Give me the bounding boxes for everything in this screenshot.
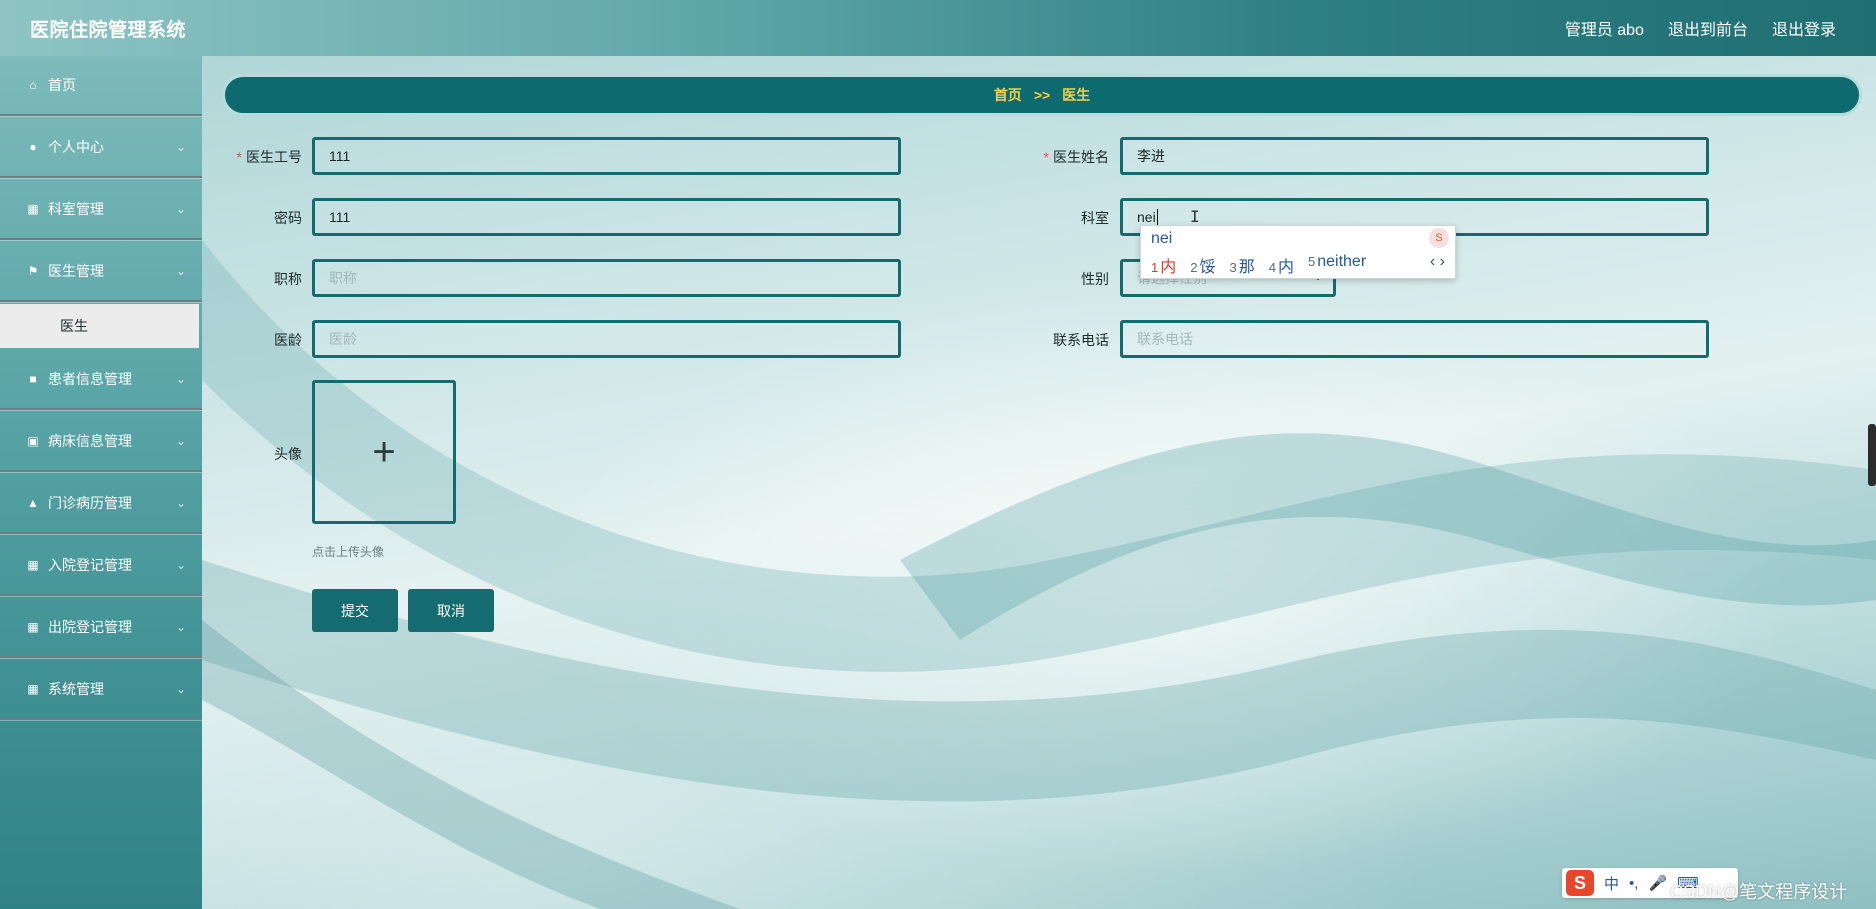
sidebar-item-label: 医生管理 — [48, 263, 104, 279]
ime-candidates: 1内 2馁 3那 4内 5 neither — [1151, 253, 1366, 277]
sogou-logo-icon[interactable]: S — [1566, 870, 1594, 896]
text-caret — [1156, 209, 1158, 225]
breadcrumb-current: 医生 — [1062, 87, 1091, 103]
sidebar-item-beds[interactable]: ▣ 病床信息管理 ⌄ — [0, 412, 202, 472]
grid-icon: ▦ — [27, 682, 39, 696]
ime-page-nav[interactable]: ‹ › — [1430, 253, 1445, 271]
briefcase-icon: ▣ — [27, 434, 39, 448]
plus-icon: + — [372, 430, 396, 474]
sidebar-subitem-doctor[interactable]: 医生 — [0, 304, 199, 348]
chevron-down-icon: ⌄ — [175, 496, 186, 510]
sidebar-item-admission[interactable]: ▦ 入院登记管理 ⌄ — [0, 536, 202, 596]
sidebar: ⌂ 首页 ● 个人中心 ⌄ ▦ 科室管理 ⌄ ⚑ 医生管理 ⌄ 医生 ■ 患者信… — [0, 56, 202, 909]
avatar-upload[interactable]: + — [312, 380, 456, 524]
ime-punct-toggle[interactable]: •, — [1629, 875, 1638, 892]
sidebar-item-profile[interactable]: ● 个人中心 ⌄ — [0, 118, 202, 178]
doctor-id-label: * 医生工号 — [236, 149, 302, 165]
sidebar-item-label: 个人中心 — [48, 139, 104, 155]
title-input[interactable]: 职称 — [312, 259, 901, 297]
ime-mode-toggle[interactable]: 中 — [1604, 873, 1619, 894]
logout-link[interactable]: 退出登录 — [1772, 16, 1836, 40]
department-label: 科室 — [1081, 210, 1109, 226]
chevron-down-icon: ⌄ — [175, 372, 186, 386]
ime-candidate[interactable]: 5 neither — [1308, 253, 1366, 277]
chevron-down-icon: ⌄ — [175, 202, 186, 216]
breadcrumb-home[interactable]: 首页 — [994, 85, 1022, 105]
ime-candidate[interactable]: 4内 — [1269, 253, 1294, 277]
sidebar-item-departments[interactable]: ▦ 科室管理 ⌄ — [0, 180, 202, 240]
ime-composition: nei — [1151, 230, 1173, 247]
ime-candidate-popup: nei S 1内 2馁 3那 4内 5 neither ‹ › — [1140, 225, 1456, 279]
sidebar-item-label: 科室管理 — [48, 201, 104, 217]
sidebar-item-patients[interactable]: ■ 患者信息管理 ⌄ — [0, 350, 202, 410]
thumb-icon: ▲ — [27, 496, 39, 510]
sidebar-item-system[interactable]: ▦ 系统管理 ⌄ — [0, 660, 202, 720]
sidebar-item-label: 病床信息管理 — [48, 433, 132, 449]
ime-candidate[interactable]: 2馁 — [1190, 253, 1215, 277]
grid-icon: ▦ — [27, 620, 39, 634]
ibeam-cursor-icon: I — [1190, 207, 1200, 226]
sidebar-item-label: 首页 — [48, 77, 76, 93]
years-label: 医龄 — [274, 332, 302, 348]
watermark: CSDN@笔文程序设计 — [1670, 882, 1848, 902]
sidebar-item-label: 入院登记管理 — [48, 557, 132, 573]
grid-icon: ▦ — [27, 202, 39, 216]
microphone-icon[interactable]: 🎤 — [1648, 874, 1667, 892]
scrollbar-thumb[interactable] — [1868, 424, 1876, 486]
exit-to-frontend-link[interactable]: 退出到前台 — [1668, 16, 1748, 40]
chevron-down-icon: ⌄ — [175, 558, 186, 572]
phone-input[interactable]: 联系电话 — [1120, 320, 1709, 358]
app-title: 医院住院管理系统 — [30, 19, 187, 41]
current-user-label: 管理员 abo — [1564, 22, 1644, 39]
years-input[interactable]: 医龄 — [312, 320, 901, 358]
chevron-down-icon: ⌄ — [175, 140, 186, 154]
chevron-down-icon: ⌄ — [175, 434, 186, 448]
doctor-name-input[interactable]: 李进 — [1120, 137, 1709, 175]
grid-icon: ▦ — [27, 558, 39, 572]
flag-icon: ⚑ — [27, 264, 39, 278]
breadcrumb: 首页 >> 医生 — [222, 74, 1862, 116]
chevron-down-icon: ⌄ — [175, 264, 186, 278]
cancel-button[interactable]: 取消 — [408, 589, 494, 632]
ime-candidate[interactable]: 1内 — [1151, 253, 1176, 277]
upload-hint: 点击上传头像 — [312, 545, 385, 559]
home-icon: ⌂ — [29, 78, 37, 92]
doctor-id-input[interactable]: 111 — [312, 137, 901, 175]
title-label: 职称 — [274, 271, 302, 287]
sidebar-item-home[interactable]: ⌂ 首页 — [0, 56, 202, 116]
breadcrumb-separator: >> — [1033, 87, 1051, 103]
sidebar-item-label: 门诊病历管理 — [48, 495, 132, 511]
chevron-down-icon: ⌄ — [175, 620, 186, 634]
sidebar-item-label: 出院登记管理 — [48, 619, 132, 635]
gender-label: 性别 — [1081, 271, 1109, 287]
phone-label: 联系电话 — [1053, 332, 1109, 348]
sidebar-item-discharge[interactable]: ▦ 出院登记管理 ⌄ — [0, 598, 202, 658]
user-icon: ● — [29, 140, 37, 154]
sidebar-item-label: 系统管理 — [48, 681, 104, 697]
sidebar-item-doctors[interactable]: ⚑ 医生管理 ⌄ — [0, 242, 202, 302]
sidebar-item-outpatient[interactable]: ▲ 门诊病历管理 ⌄ — [0, 474, 202, 534]
sogou-logo-icon: S — [1429, 228, 1449, 248]
ime-candidate[interactable]: 3那 — [1230, 253, 1255, 277]
password-input[interactable]: 111 — [312, 198, 901, 236]
doctor-name-label: * 医生姓名 — [1043, 149, 1109, 165]
chevron-down-icon: ⌄ — [175, 682, 186, 696]
comment-icon: ■ — [29, 372, 37, 386]
sidebar-item-label: 患者信息管理 — [48, 371, 132, 387]
password-label: 密码 — [274, 210, 302, 226]
top-links: 管理员 abo 退出到前台 退出登录 — [1565, 16, 1836, 40]
submit-button[interactable]: 提交 — [312, 589, 398, 632]
avatar-label: 头像 — [274, 446, 302, 462]
top-header: 医院住院管理系统 管理员 abo 退出到前台 退出登录 — [0, 0, 1876, 56]
